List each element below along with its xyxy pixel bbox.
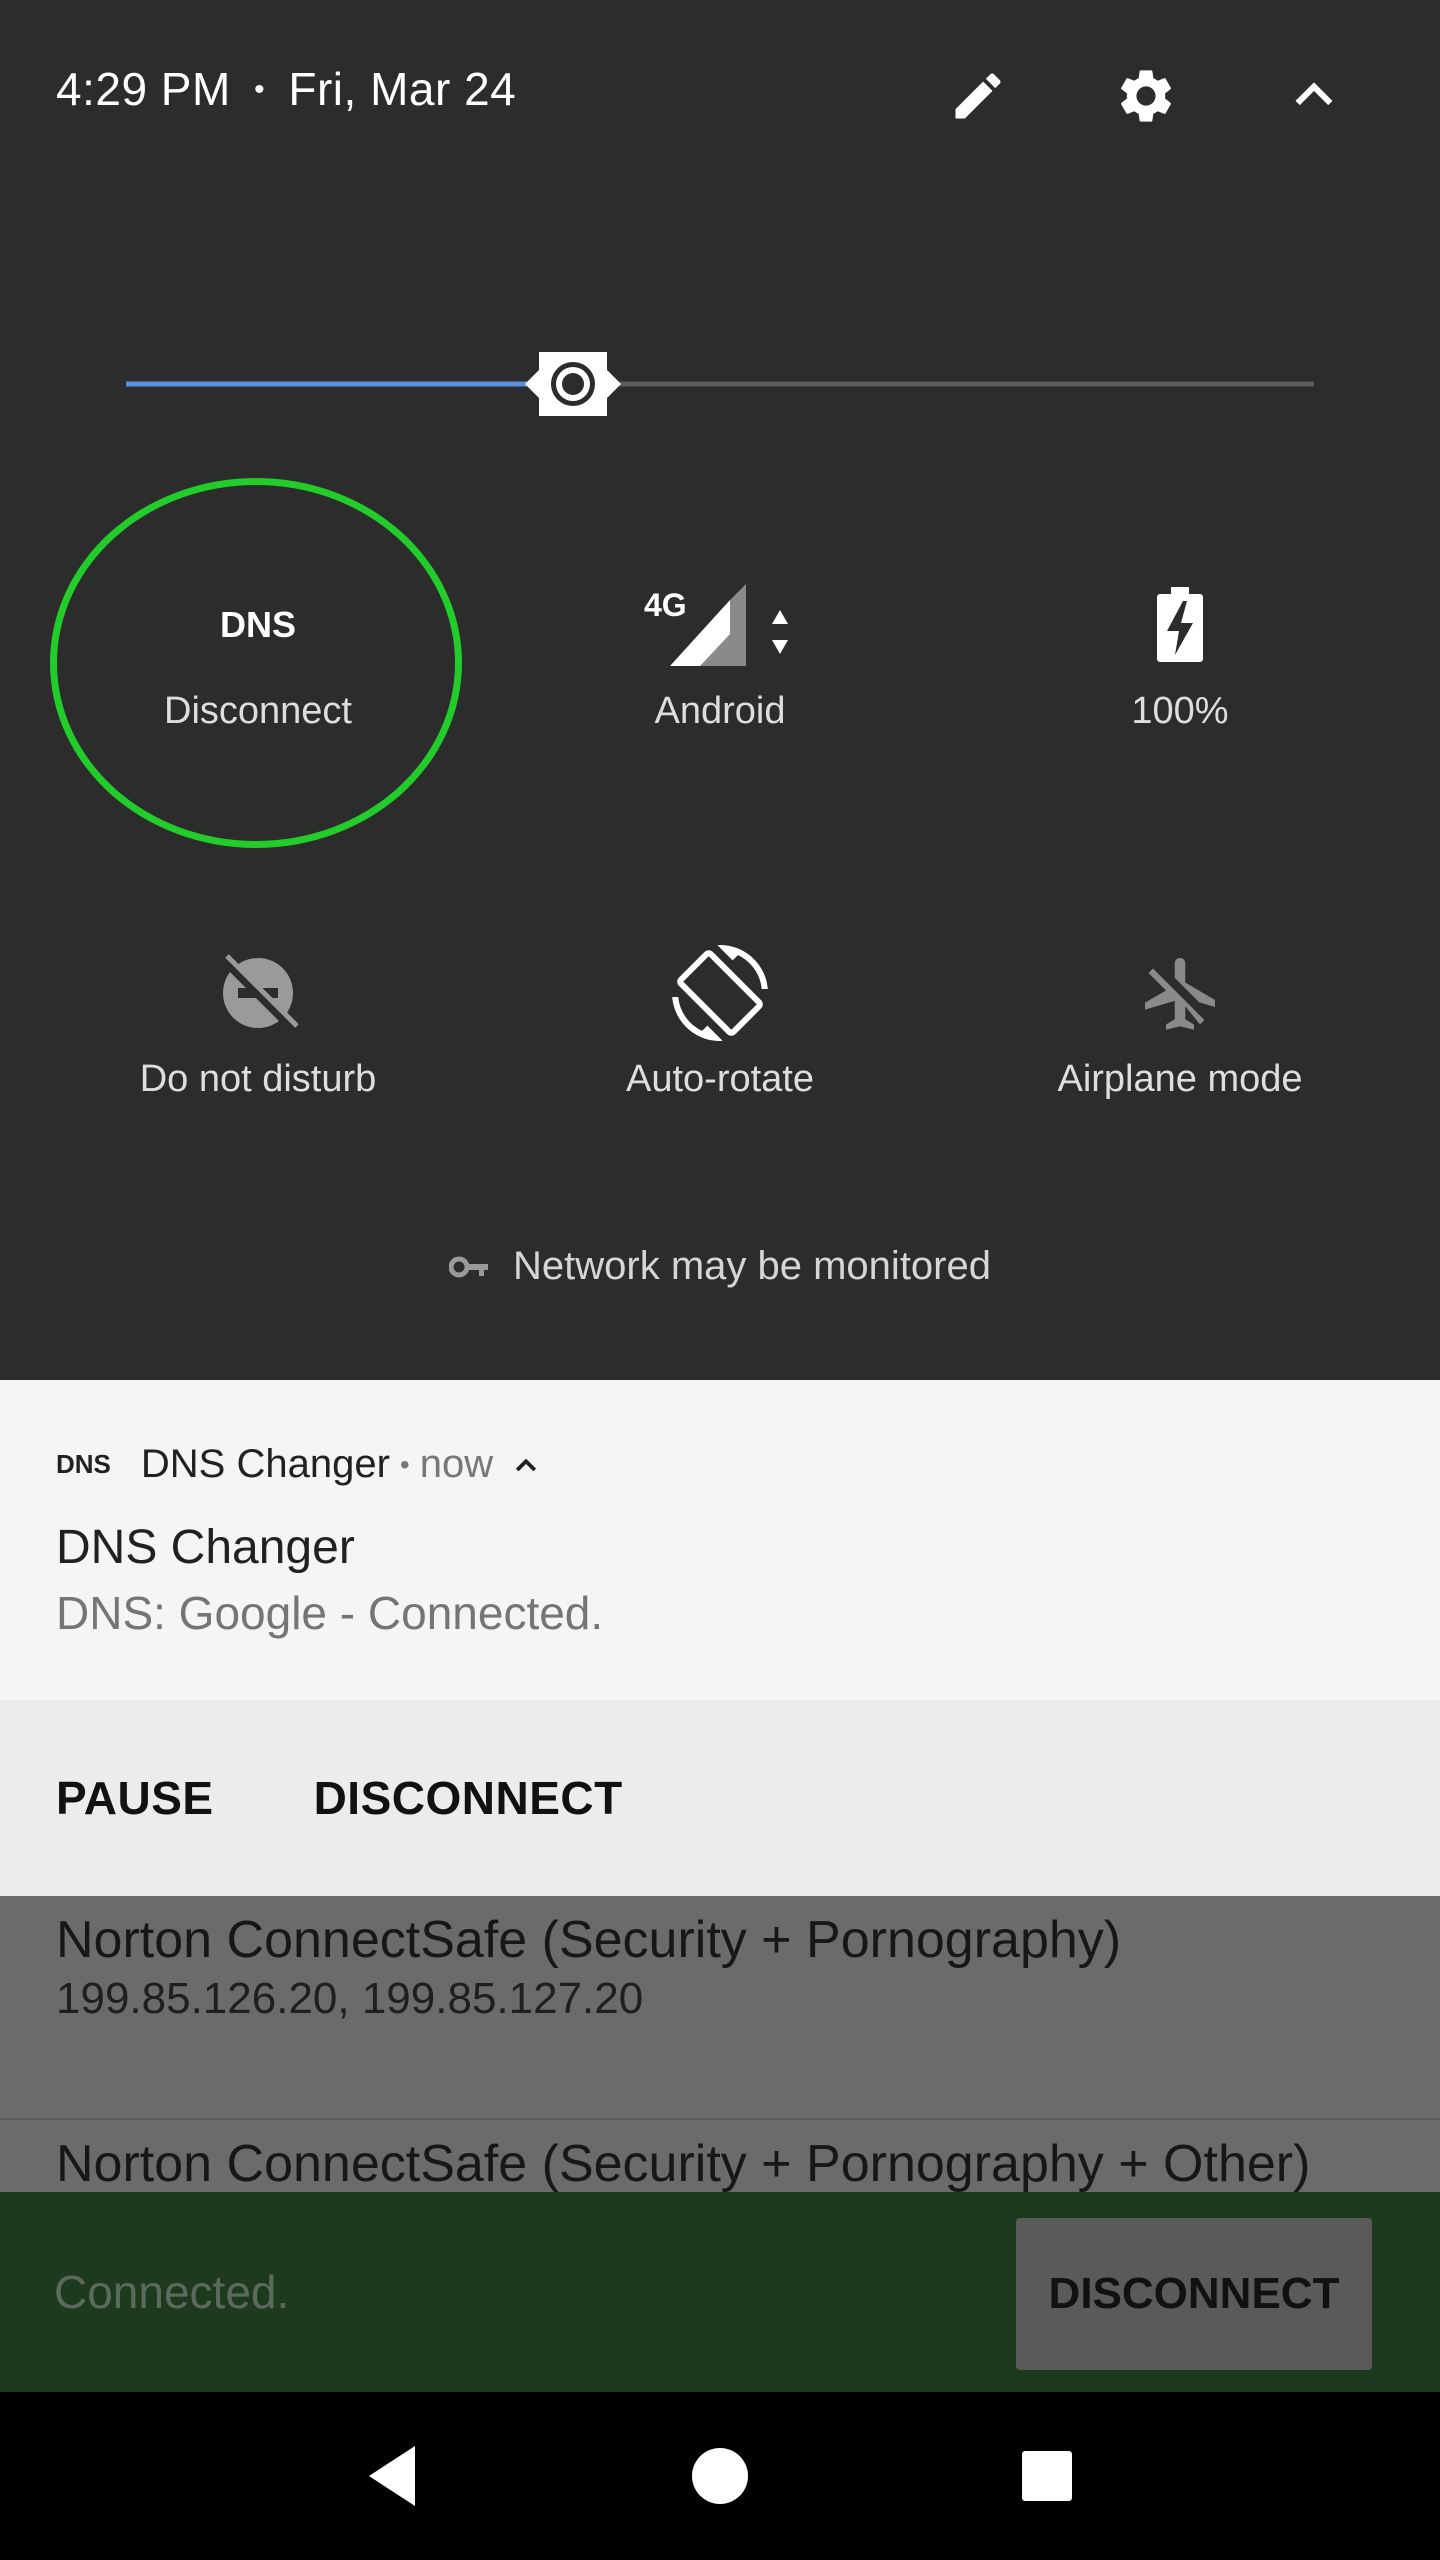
edit-pencil-icon[interactable] — [942, 60, 1014, 132]
time-date-separator: • — [254, 73, 266, 106]
list-item[interactable]: Norton ConnectSafe (Security + Pornograp… — [0, 1910, 1440, 2120]
notification-app-name: DNS Changer — [140, 1442, 390, 1486]
tile-do-not-disturb[interactable]: Do not disturb — [58, 938, 458, 1158]
auto-rotate-icon — [672, 938, 768, 1048]
dns-app-icon: DNS — [56, 1449, 111, 1479]
back-triangle-icon[interactable] — [343, 2426, 443, 2526]
pause-button[interactable]: PAUSE — [56, 1771, 214, 1825]
tile-auto-rotate-label: Auto-rotate — [626, 1058, 814, 1100]
tile-dnd-label: Do not disturb — [139, 1058, 377, 1100]
notification-header: DNS DNS Changer • now — [56, 1442, 541, 1487]
notification-title: DNS Changer — [56, 1521, 355, 1574]
notification-time: now — [419, 1442, 494, 1486]
dns-server-ips: 199.85.126.20, 199.85.127.20 — [56, 1974, 644, 2023]
connection-snackbar: Connected. DISCONNECT — [0, 2192, 1440, 2392]
snackbar-status-text: Connected. — [54, 2266, 290, 2318]
airplane-mode-off-icon — [1138, 938, 1222, 1048]
collapse-chevron-up-icon[interactable] — [1278, 60, 1350, 132]
clock-time: 4:29 PM — [56, 63, 231, 115]
settings-gear-icon[interactable] — [1110, 60, 1182, 132]
network-monitored-text: Network may be monitored — [513, 1244, 991, 1288]
tile-cellular[interactable]: 4G Android — [520, 570, 920, 790]
dns-server-name: Norton ConnectSafe (Security + Pornograp… — [56, 2135, 1311, 2193]
date-text: Fri, Mar 24 — [288, 63, 517, 115]
notification-text: DNS: Google - Connected. — [56, 1587, 604, 1639]
vpn-key-icon — [449, 1255, 489, 1279]
battery-charging-icon — [1155, 570, 1205, 680]
tile-battery-label: 100% — [1131, 690, 1229, 732]
navigation-bar — [0, 2392, 1440, 2560]
tile-battery[interactable]: 100% — [980, 570, 1380, 790]
quick-settings-panel: 4:29 PM • Fri, Mar 24 DNS Disconnect 4G … — [0, 0, 1440, 1380]
notification-disconnect-button[interactable]: DISCONNECT — [314, 1771, 623, 1825]
network-type-label: 4G — [644, 587, 687, 623]
dns-changer-notification[interactable]: DNS DNS Changer • now DNS Changer DNS: G… — [0, 1380, 1440, 1700]
brightness-slider[interactable] — [126, 336, 1314, 432]
cellular-signal-icon: 4G — [640, 570, 800, 680]
dns-server-name: Norton ConnectSafe (Security + Pornograp… — [56, 1911, 1122, 1969]
notification-actions: PAUSE DISCONNECT — [0, 1700, 1440, 1896]
notification-dot: • — [399, 1448, 410, 1480]
tile-airplane-label: Airplane mode — [1057, 1058, 1303, 1100]
tile-cellular-label: Android — [654, 690, 786, 732]
tile-auto-rotate[interactable]: Auto-rotate — [520, 938, 920, 1158]
notification-collapse-chevron-icon[interactable] — [511, 1450, 541, 1480]
network-monitored-notice[interactable]: Network may be monitored — [0, 1244, 1440, 1289]
brightness-thumb-icon — [525, 336, 621, 432]
snackbar-disconnect-button[interactable]: DISCONNECT — [1016, 2218, 1372, 2370]
highlight-circle-annotation — [50, 478, 462, 848]
home-circle-icon[interactable] — [670, 2426, 770, 2526]
status-time-date: 4:29 PM • Fri, Mar 24 — [56, 62, 516, 116]
tile-airplane-mode[interactable]: Airplane mode — [980, 938, 1380, 1158]
do-not-disturb-icon — [213, 938, 303, 1048]
recents-square-icon[interactable] — [997, 2426, 1097, 2526]
